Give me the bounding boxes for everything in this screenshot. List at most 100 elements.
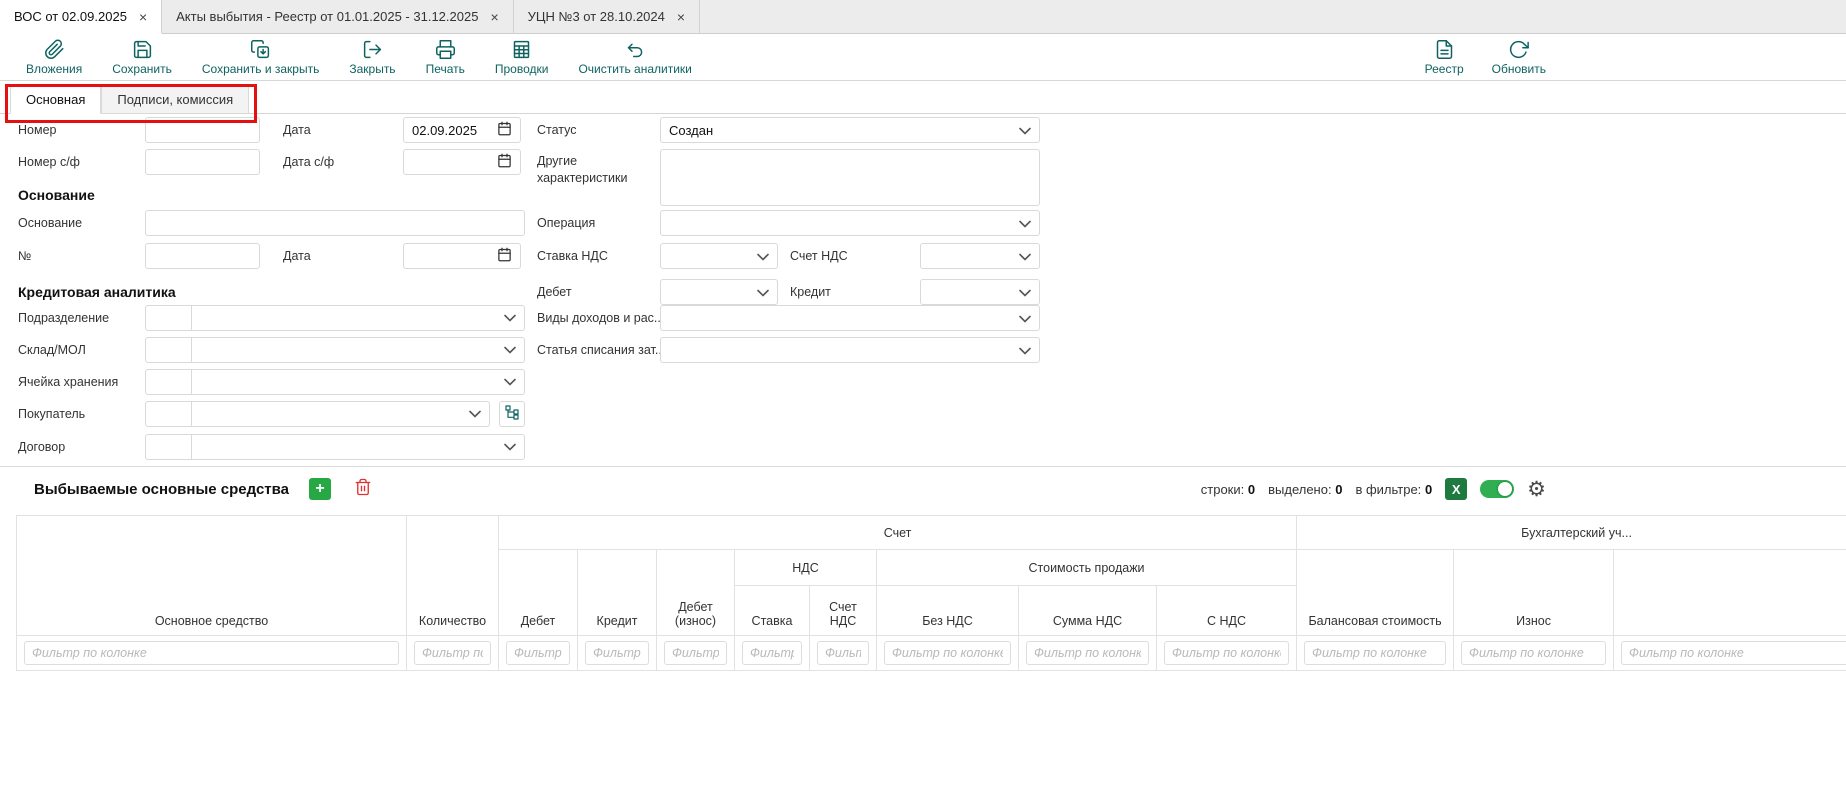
add-row-button[interactable]: + <box>309 478 331 500</box>
code-subfield[interactable] <box>146 402 192 426</box>
date-input[interactable]: 02.09.2025 <box>403 117 521 143</box>
number-input[interactable] <box>145 117 260 143</box>
column-header-with-vat[interactable]: С НДС <box>1157 586 1297 636</box>
filter-input-wear[interactable] <box>1461 641 1606 665</box>
basis-date-input[interactable] <box>403 243 521 269</box>
form-tab-bar: Основная Подписи, комиссия <box>0 81 1846 114</box>
code-subfield[interactable] <box>146 435 192 459</box>
invoice-number-input[interactable] <box>145 149 260 175</box>
filter-input-quantity[interactable] <box>414 641 491 665</box>
save-and-close-button[interactable]: Сохранить и закрыть <box>202 39 319 80</box>
status-select[interactable]: Создан <box>660 117 1040 143</box>
label-credit: Кредит <box>790 279 831 305</box>
label-warehouse: Склад/МОЛ <box>18 337 86 363</box>
storage-cell-combo[interactable] <box>145 369 525 395</box>
label-basis-number: № <box>18 243 31 269</box>
buyer-combo[interactable] <box>145 401 490 427</box>
filter-input-balance-value[interactable] <box>1304 641 1446 665</box>
excel-export-button[interactable]: X <box>1445 478 1467 500</box>
other-characteristics-textarea[interactable] <box>660 149 1040 206</box>
registry-icon <box>1434 39 1455 60</box>
date-value: 02.09.2025 <box>412 123 477 138</box>
save-close-icon <box>250 39 271 60</box>
filter-input-vat-account[interactable] <box>817 641 869 665</box>
attachments-button[interactable]: Вложения <box>26 39 82 80</box>
toggle-knob <box>1498 482 1512 496</box>
buyer-hierarchy-button[interactable] <box>499 401 525 427</box>
column-header-vat-sum[interactable]: Сумма НДС <box>1019 586 1157 636</box>
code-subfield[interactable] <box>146 306 192 330</box>
warehouse-combo[interactable] <box>145 337 525 363</box>
section-heading-basis: Основание <box>18 182 95 208</box>
filter-input-debit[interactable] <box>506 641 570 665</box>
grid-panel-divider <box>0 466 1846 467</box>
group-header-accounting: Бухгалтерский уч... <box>1297 516 1846 550</box>
document-tab-3[interactable]: УЦН №3 от 28.10.2024 × <box>514 0 700 33</box>
vat-rate-select[interactable] <box>660 243 778 269</box>
filter-input-cut[interactable] <box>1621 641 1846 665</box>
label-date: Дата <box>283 117 311 143</box>
column-header-wear[interactable]: Износ <box>1454 550 1614 636</box>
income-expense-select[interactable] <box>660 305 1040 331</box>
vat-account-select[interactable] <box>920 243 1040 269</box>
clear-analytics-button[interactable]: Очистить аналитики <box>578 39 691 80</box>
contract-combo[interactable] <box>145 434 525 460</box>
gear-icon[interactable]: ⚙ <box>1527 479 1546 500</box>
filter-toggle[interactable] <box>1480 480 1514 498</box>
tab-main[interactable]: Основная <box>10 85 101 114</box>
postings-button[interactable]: Проводки <box>495 39 549 80</box>
filter-input-without-vat[interactable] <box>884 641 1011 665</box>
close-icon[interactable]: × <box>677 10 685 24</box>
printer-icon <box>435 39 456 60</box>
filter-input-vat-sum[interactable] <box>1026 641 1149 665</box>
postings-label: Проводки <box>495 62 549 76</box>
filter-input-asset[interactable] <box>24 641 399 665</box>
label-buyer: Покупатель <box>18 401 85 427</box>
delete-row-button[interactable] <box>351 477 375 501</box>
filter-input-vat-rate[interactable] <box>742 641 802 665</box>
basis-input[interactable] <box>145 210 525 236</box>
column-header-debit-wear[interactable]: Дебет (износ) <box>657 550 735 636</box>
column-header-debit[interactable]: Дебет <box>499 550 578 636</box>
invoice-date-input[interactable] <box>403 149 521 175</box>
debit-select[interactable] <box>660 279 778 305</box>
label-vat-rate: Ставка НДС <box>537 243 608 269</box>
filter-input-credit[interactable] <box>585 641 649 665</box>
attachments-label: Вложения <box>26 62 82 76</box>
column-header-credit[interactable]: Кредит <box>578 550 657 636</box>
tab-signatures-commission[interactable]: Подписи, комиссия <box>101 85 249 114</box>
operation-select[interactable] <box>660 210 1040 236</box>
save-close-label: Сохранить и закрыть <box>202 62 319 76</box>
exit-icon <box>362 39 383 60</box>
selected-counter: выделено: 0 <box>1268 482 1342 497</box>
status-value: Создан <box>669 123 713 138</box>
filter-input-debit-wear[interactable] <box>664 641 727 665</box>
section-heading-credit-analytics: Кредитовая аналитика <box>18 279 176 305</box>
column-header-quantity[interactable]: Количество <box>407 516 499 636</box>
trash-icon <box>354 478 372 501</box>
refresh-button[interactable]: Обновить <box>1492 39 1546 76</box>
print-button[interactable]: Печать <box>426 39 465 80</box>
document-tab-2[interactable]: Акты выбытия - Реестр от 01.01.2025 - 31… <box>162 0 514 33</box>
credit-select[interactable] <box>920 279 1040 305</box>
column-header-asset[interactable]: Основное средство <box>17 516 407 636</box>
save-button[interactable]: Сохранить <box>112 39 172 80</box>
filter-input-with-vat[interactable] <box>1164 641 1289 665</box>
close-icon[interactable]: × <box>490 10 498 24</box>
close-icon[interactable]: × <box>139 10 147 24</box>
save-label: Сохранить <box>112 62 172 76</box>
document-tab-1[interactable]: ВОС от 02.09.2025 × <box>0 0 162 34</box>
tab-label: ВОС от 02.09.2025 <box>14 9 127 24</box>
column-header-balance-value[interactable]: Балансовая стоимость <box>1297 550 1454 636</box>
chevron-down-icon <box>757 285 769 300</box>
division-combo[interactable] <box>145 305 525 331</box>
close-button[interactable]: Закрыть <box>349 39 395 80</box>
column-header-vat-rate[interactable]: Ставка <box>735 586 810 636</box>
code-subfield[interactable] <box>146 370 192 394</box>
column-header-vat-account[interactable]: Счет НДС <box>810 586 877 636</box>
column-header-without-vat[interactable]: Без НДС <box>877 586 1019 636</box>
cost-item-select[interactable] <box>660 337 1040 363</box>
code-subfield[interactable] <box>146 338 192 362</box>
basis-number-input[interactable] <box>145 243 260 269</box>
registry-button[interactable]: Реестр <box>1425 39 1464 76</box>
